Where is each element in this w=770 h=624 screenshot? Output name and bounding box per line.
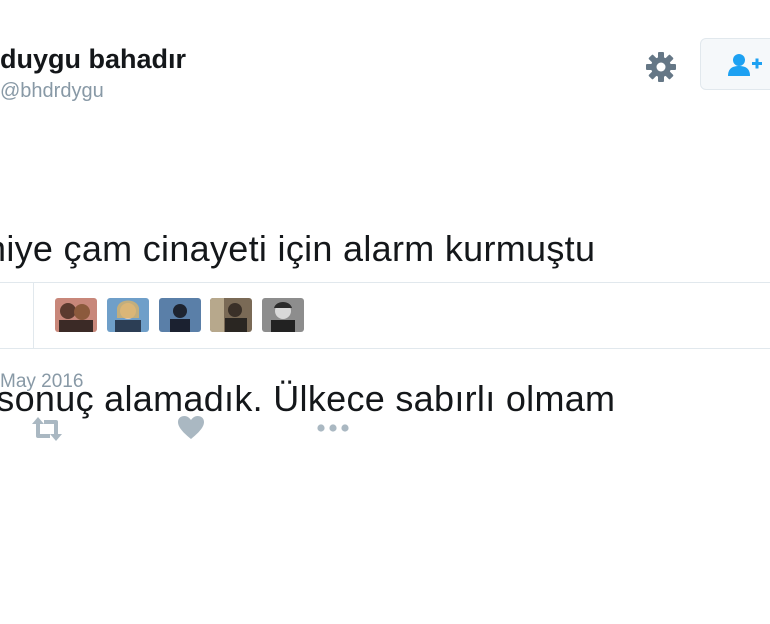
liker-avatar-1[interactable] — [55, 298, 97, 332]
display-name[interactable]: duygu bahadır — [0, 44, 186, 75]
tweet-line-3: . — [0, 524, 770, 574]
likers-row — [0, 282, 770, 348]
tweet-timestamp[interactable]: May 2016 — [0, 371, 83, 393]
tweet-line-1: niye çam cinayeti için alarm kurmuştu — [0, 228, 596, 269]
retweet-icon[interactable] — [30, 414, 64, 449]
heart-icon[interactable] — [177, 414, 205, 447]
divider-bottom — [0, 348, 770, 349]
follow-button[interactable] — [700, 38, 770, 90]
liker-avatar-2[interactable] — [107, 298, 149, 332]
liker-avatar-5[interactable] — [262, 298, 304, 332]
liker-avatar-4[interactable] — [210, 298, 252, 332]
more-icon[interactable] — [316, 414, 352, 447]
gear-icon[interactable] — [643, 49, 679, 85]
tweet-text: niye çam cinayeti için alarm kurmuştu so… — [0, 124, 770, 624]
tweet-line-2: sonuç alamadık. Ülkece sabırlı olmam — [0, 378, 616, 419]
user-handle[interactable]: @bhdrdygu — [0, 80, 104, 103]
add-user-icon — [728, 54, 762, 76]
liker-avatar-3[interactable] — [159, 298, 201, 332]
likers-separator — [33, 282, 34, 348]
